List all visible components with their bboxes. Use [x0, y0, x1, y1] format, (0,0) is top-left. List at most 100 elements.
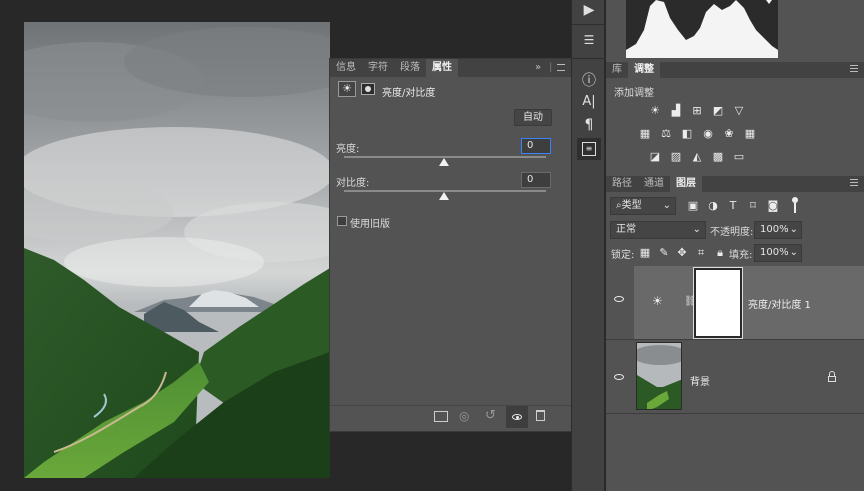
- tab-channels[interactable]: 通道: [638, 176, 670, 192]
- brightness-input[interactable]: 0: [521, 138, 551, 154]
- layers-tab-bar: 路径 通道 图层: [606, 176, 864, 192]
- panel-menu-icon[interactable]: [850, 65, 858, 72]
- layer-mask-icon[interactable]: [361, 83, 375, 95]
- filter-toggle-stem: [794, 203, 796, 213]
- photo-filter-adj-icon[interactable]: ◉: [701, 128, 715, 140]
- brightness-contrast-icon[interactable]: ☀: [338, 81, 356, 97]
- adjustment-filter-icon[interactable]: ◑: [706, 200, 720, 212]
- adjustments-tab-bar: 库 调整: [606, 62, 864, 78]
- tab-libraries[interactable]: 库: [606, 62, 628, 78]
- paragraph-icon[interactable]: ¶: [572, 117, 606, 133]
- adjustment-title: 亮度/对比度: [382, 88, 436, 99]
- tab-layers[interactable]: 图层: [670, 176, 702, 192]
- tab-divider: |: [549, 62, 553, 73]
- chevron-down-icon: ⌄: [692, 224, 701, 235]
- panel-menu-icon[interactable]: [557, 64, 565, 71]
- exposure-adj-icon[interactable]: ◩: [711, 105, 725, 117]
- vibrance-adj-icon[interactable]: ▽: [732, 105, 746, 117]
- layer-mask-thumbnail[interactable]: [693, 267, 743, 339]
- type-filter-icon[interactable]: T: [726, 200, 740, 212]
- brightness-contrast-layer-icon: ☀: [652, 294, 663, 308]
- color-lookup-adj-icon[interactable]: ▦: [743, 128, 757, 140]
- layer-name[interactable]: 背景: [690, 373, 710, 388]
- background-thumbnail: [636, 342, 682, 410]
- collapse-panel-button[interactable]: »: [535, 59, 541, 77]
- strip-divider: [572, 24, 606, 25]
- pixel-filter-icon[interactable]: ▣: [686, 200, 700, 212]
- lock-artboard-icon[interactable]: ⌗: [694, 247, 708, 259]
- hue-saturation-adj-icon[interactable]: ▦: [638, 128, 652, 140]
- visibility-toggle-icon[interactable]: [506, 406, 528, 428]
- properties-panel: 信息 字符 段落 属性 » | ☀ 亮度/对比度 自动 亮度: 0 对比度: 0…: [329, 58, 572, 432]
- lock-label: 锁定:: [611, 250, 635, 261]
- opacity-label: 不透明度:: [710, 227, 754, 238]
- threshold-adj-icon[interactable]: ◭: [690, 151, 704, 163]
- chevron-down-icon: ⌄: [662, 200, 671, 211]
- tab-adjustments[interactable]: 调整: [628, 62, 660, 78]
- brightness-label: 亮度:: [336, 144, 360, 155]
- contrast-label: 对比度:: [336, 178, 370, 189]
- brightness-contrast-adj-icon[interactable]: ☀: [648, 105, 662, 117]
- properties-bottom-toolbar: ◎ ↺: [330, 405, 571, 431]
- chevron-down-icon: ⌄: [789, 247, 798, 258]
- lock-position-icon[interactable]: ✥: [675, 247, 689, 259]
- view-previous-icon[interactable]: ◎: [459, 409, 469, 423]
- layer-row-background[interactable]: 背景: [606, 340, 864, 414]
- contrast-input[interactable]: 0: [521, 172, 551, 188]
- layer-name[interactable]: 亮度/对比度 1: [748, 296, 811, 311]
- tab-properties[interactable]: 属性: [426, 59, 458, 77]
- histogram-graph: [626, 0, 778, 58]
- character-icon[interactable]: A|: [572, 94, 606, 109]
- histogram-panel: [606, 0, 864, 60]
- lock-shackle: [829, 371, 835, 377]
- opacity-field[interactable]: 100% ⌄: [754, 221, 802, 239]
- black-white-adj-icon[interactable]: ◧: [680, 128, 694, 140]
- fill-field[interactable]: 100% ⌄: [754, 244, 802, 262]
- opacity-value: 100%: [760, 224, 789, 235]
- gradient-map-adj-icon[interactable]: ▭: [732, 151, 746, 163]
- lock-pixels-icon[interactable]: ✎: [657, 247, 671, 259]
- fill-value: 100%: [760, 247, 789, 258]
- auto-button[interactable]: 自动: [514, 109, 552, 126]
- smart-object-filter-icon[interactable]: ◙: [766, 200, 780, 212]
- tab-info[interactable]: 信息: [330, 59, 362, 77]
- contrast-slider-thumb[interactable]: [439, 192, 449, 200]
- invert-adj-icon[interactable]: ◪: [648, 151, 662, 163]
- clone-source-icon[interactable]: ☰: [572, 33, 606, 47]
- tab-paths[interactable]: 路径: [606, 176, 638, 192]
- tab-paragraph[interactable]: 段落: [394, 59, 426, 77]
- shape-filter-icon[interactable]: ⌑: [746, 200, 760, 212]
- delete-icon[interactable]: [536, 410, 545, 421]
- play-icon[interactable]: ▶: [572, 2, 606, 18]
- right-panel-column: 库 调整 添加调整 ☀ ▟ ⊞ ◩ ▽ ▦ ⚖ ◧ ◉ ❀ ▦ ◪ ▨ ◭ ▩ …: [606, 0, 864, 491]
- blend-mode-value: 正常: [616, 224, 636, 235]
- fill-label: 填充:: [729, 250, 753, 261]
- channel-mixer-adj-icon[interactable]: ❀: [722, 128, 736, 140]
- eye-icon[interactable]: [614, 296, 624, 302]
- filter-kind-value: 类型: [621, 200, 642, 211]
- posterize-adj-icon[interactable]: ▨: [669, 151, 683, 163]
- eye-icon[interactable]: [614, 374, 624, 380]
- info-icon[interactable]: ⓘ: [572, 70, 606, 90]
- curves-adj-icon[interactable]: ⊞: [690, 105, 704, 117]
- panel-menu-icon[interactable]: [850, 179, 858, 186]
- color-balance-adj-icon[interactable]: ⚖: [659, 128, 673, 140]
- reset-icon[interactable]: ↺: [485, 408, 496, 423]
- add-adjustment-label: 添加调整: [614, 88, 654, 99]
- properties-dock-button[interactable]: ≡: [577, 138, 601, 160]
- use-legacy-label: 使用旧版: [350, 219, 390, 230]
- brightness-slider-thumb[interactable]: [439, 158, 449, 166]
- levels-adj-icon[interactable]: ▟: [669, 105, 683, 117]
- properties-tab-bar: 信息 字符 段落 属性 » |: [330, 59, 571, 77]
- selective-color-adj-icon[interactable]: ▩: [711, 151, 725, 163]
- blend-mode-dropdown[interactable]: 正常 ⌄: [610, 221, 706, 239]
- lock-all-icon[interactable]: 🔒︎: [713, 247, 727, 259]
- panel-dock-strip: ▶ ☰ ⓘ A| ¶ ≡: [571, 0, 606, 491]
- tab-character[interactable]: 字符: [362, 59, 394, 77]
- mountain-valley-photo: [24, 22, 330, 478]
- clip-to-layer-icon[interactable]: [434, 411, 448, 422]
- layer-row-adjustment[interactable]: ☀ ⛓ 亮度/对比度 1: [606, 266, 864, 340]
- layer-filter-dropdown[interactable]: ⌕类型 ⌄: [610, 197, 676, 215]
- lock-transparency-icon[interactable]: ▦: [638, 247, 652, 259]
- use-legacy-checkbox[interactable]: [337, 216, 347, 226]
